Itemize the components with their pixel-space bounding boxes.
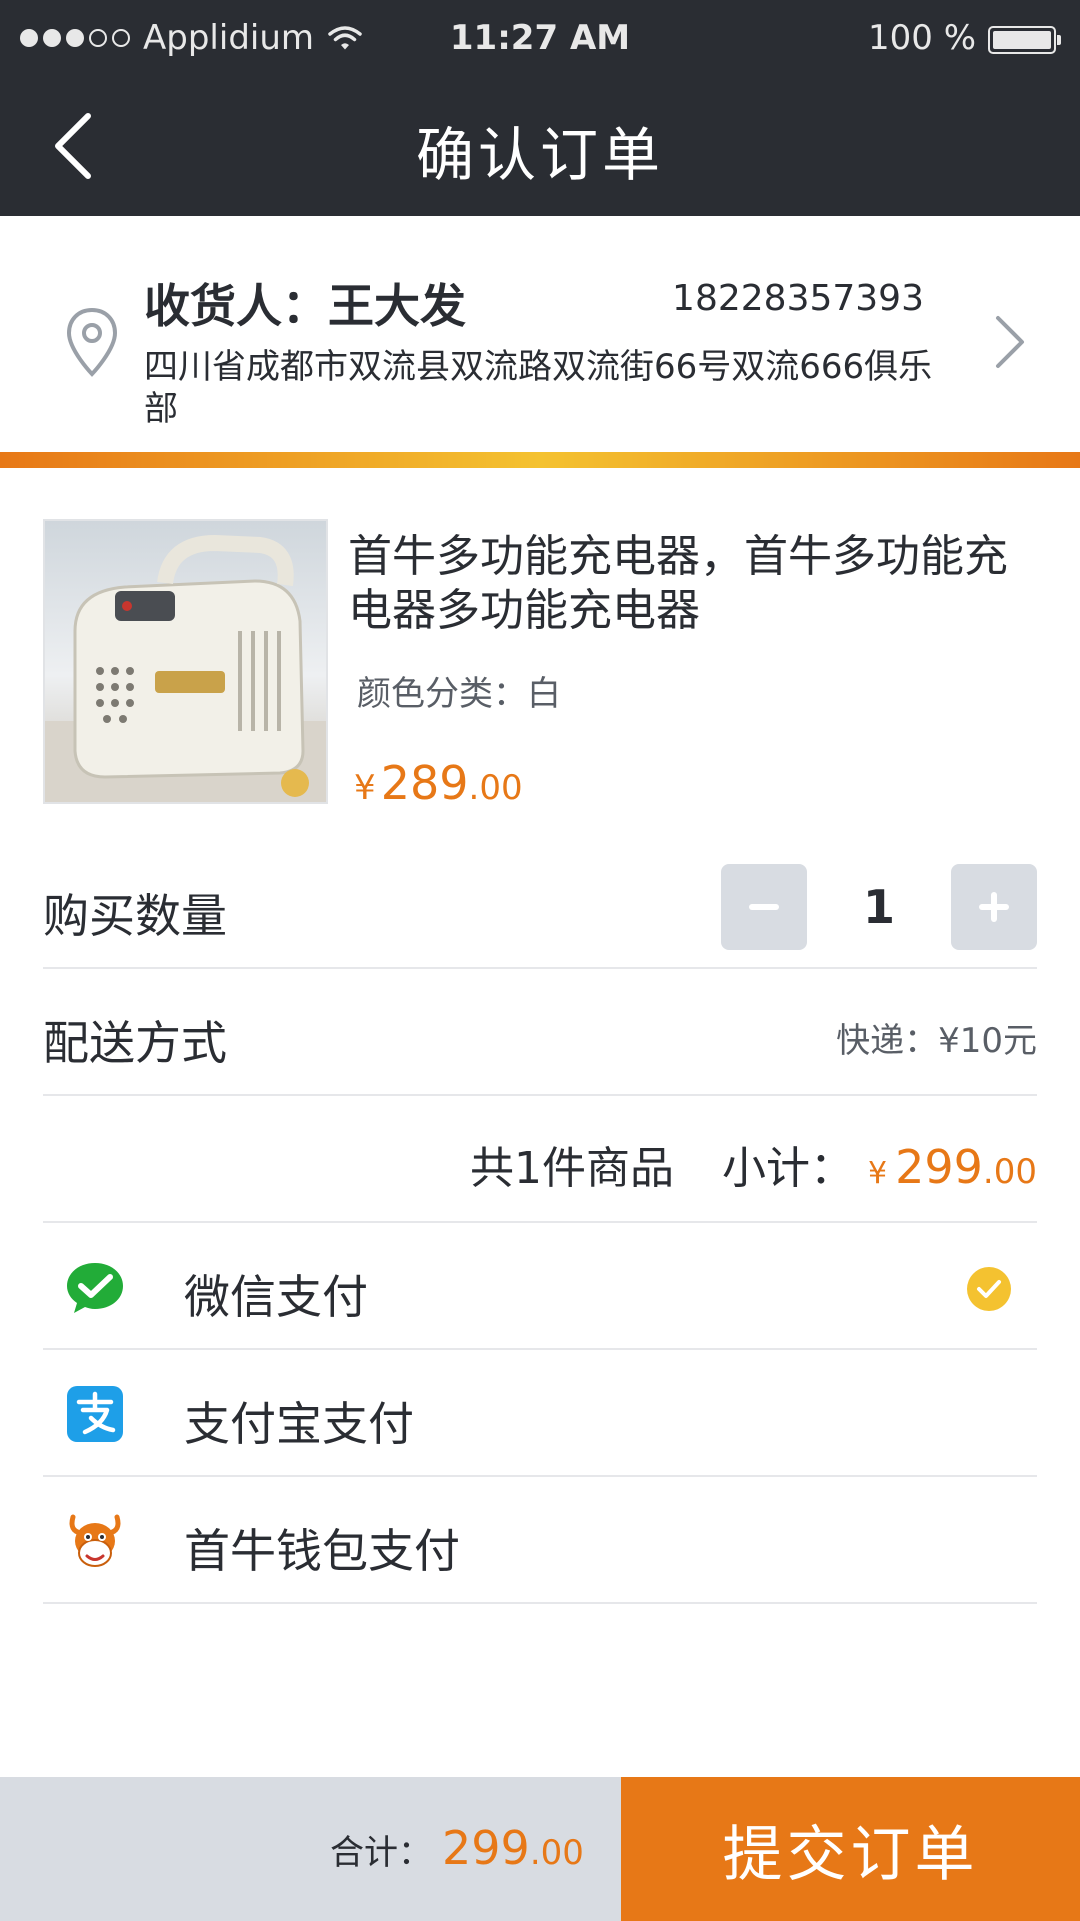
product-price: ¥ 289.00 [354, 756, 523, 810]
price-integer: 289 [380, 756, 469, 810]
spec-value: 白 [527, 674, 561, 714]
status-bar: Applidium 11:27 AM 100 % [0, 0, 1080, 78]
decrement-button[interactable] [721, 864, 807, 950]
chevron-right-icon [996, 316, 1024, 368]
recipient-label: 收货人： [144, 279, 328, 333]
location-pin-icon [66, 307, 118, 377]
product-card: 首牛多功能充电器，首牛多功能充电器多功能充电器 颜色分类：白 ¥ 289.00 [0, 470, 1080, 842]
recipient-name: 王大发 [328, 279, 466, 333]
subtotal: 共1件商品 小计： ¥ 299.00 [470, 1132, 1037, 1196]
subtotal-decimal: .00 [982, 1152, 1037, 1192]
shipping-address-card[interactable]: 收货人：王大发 18228357393 四川省成都市双流县双流路双流街66号双流… [0, 216, 1080, 452]
subtotal-label: 小计： [722, 1143, 855, 1194]
shipping-label: 配送方式 [43, 1016, 227, 1070]
recipient-line: 收货人：王大发 [144, 270, 466, 336]
minus-icon [749, 904, 779, 910]
shipping-value: 快递：¥10元 [836, 1021, 1037, 1061]
product-spec: 颜色分类：白 [357, 666, 561, 715]
plus-icon [979, 892, 1009, 922]
page-title: 确认订单 [415, 121, 664, 189]
checkout-bar: 合计： 299.00 提交订单 [0, 1777, 1080, 1921]
quantity-stepper: 1 [721, 864, 1037, 950]
address-text: 四川省成都市双流县双流路双流街66号双流666俱乐部 [144, 347, 933, 429]
payment-option-wechat[interactable]: 微信支付 [43, 1223, 1037, 1350]
address-divider-stripe [0, 452, 1080, 468]
recipient-phone: 18228357393 [672, 278, 924, 319]
payment-option-alipay[interactable]: 支付宝支付 [43, 1350, 1037, 1477]
price-currency: ¥ [354, 768, 376, 808]
total-decimal: .00 [529, 1833, 584, 1873]
quantity-row: 购买数量 1 [43, 842, 1037, 969]
charger-illustration [45, 534, 326, 802]
submit-order-button[interactable]: 提交订单 [621, 1777, 1080, 1921]
total-integer: 299 [442, 1821, 530, 1875]
product-title: 首牛多功能充电器，首牛多功能充电器多功能充电器 [348, 531, 1008, 636]
wechat-pay-icon [67, 1263, 123, 1313]
total-label: 合计： [330, 1833, 432, 1873]
increment-button[interactable] [951, 864, 1037, 950]
product-image [43, 519, 328, 804]
battery-icon [988, 26, 1061, 54]
payment-label-alipay: 支付宝支付 [184, 1397, 414, 1451]
quantity-label: 购买数量 [43, 889, 227, 943]
subtotal-currency: ¥ [868, 1156, 888, 1191]
shouniu-wallet-icon [69, 1514, 121, 1567]
selected-check-icon[interactable] [967, 1267, 1011, 1311]
price-decimal: .00 [468, 768, 523, 808]
item-count: 共1件商品 [470, 1143, 675, 1194]
spec-label: 颜色分类： [357, 674, 527, 714]
shipping-method-row[interactable]: 配送方式 快递：¥10元 [43, 969, 1037, 1096]
battery-percent: 100 % [867, 18, 976, 58]
checkmark-icon [977, 1280, 1001, 1298]
subtotal-integer: 299 [895, 1140, 983, 1194]
order-total: 合计： 299.00 [330, 1821, 584, 1875]
payment-option-wallet[interactable]: 首牛钱包支付 [43, 1477, 1037, 1604]
top-bar: Applidium 11:27 AM 100 % 确认订单 [0, 0, 1080, 216]
order-summary-row: 共1件商品 小计： ¥ 299.00 [43, 1096, 1037, 1223]
payment-label-wechat: 微信支付 [184, 1270, 368, 1324]
quantity-value: 1 [862, 880, 895, 934]
alipay-icon [67, 1386, 123, 1442]
payment-label-wallet: 首牛钱包支付 [184, 1524, 460, 1578]
